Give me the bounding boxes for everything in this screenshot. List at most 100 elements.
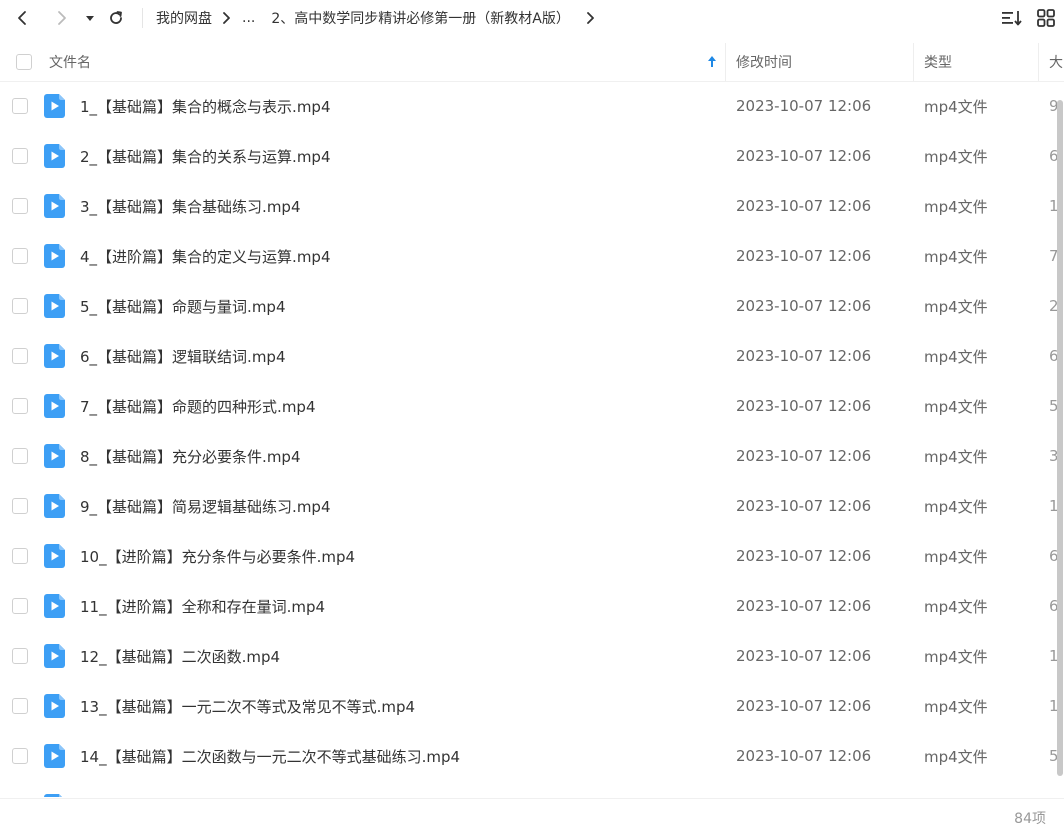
file-icon-cell	[44, 381, 65, 431]
row-checkbox[interactable]	[12, 98, 28, 114]
row-checkbox-cell	[12, 381, 28, 431]
table-row[interactable]: 1_【基础篇】集合的概念与表示.mp4 2023-10-07 12:06 mp4文件…	[0, 81, 1064, 131]
row-checkbox[interactable]	[12, 198, 28, 214]
file-name: 6_【基础篇】逻辑联结词.mp4	[80, 347, 286, 366]
row-checkbox[interactable]	[12, 348, 28, 364]
table-row[interactable]: 8_【基础篇】充分必要条件.mp4 2023-10-07 12:06 mp4文件 3	[0, 431, 1064, 481]
video-file-icon	[44, 694, 65, 718]
video-file-icon	[44, 394, 65, 418]
row-checkbox[interactable]	[12, 448, 28, 464]
table-row[interactable]	[0, 781, 1064, 797]
row-checkbox[interactable]	[12, 398, 28, 414]
video-file-icon	[44, 744, 65, 768]
row-checkbox-cell	[12, 81, 28, 131]
table-row[interactable]: 6_【基础篇】逻辑联结词.mp4 2023-10-07 12:06 mp4文件 6	[0, 331, 1064, 381]
file-type: mp4文件	[924, 97, 988, 116]
video-file-icon	[44, 344, 65, 368]
file-name: 3_【基础篇】集合基础练习.mp4	[80, 197, 301, 216]
forward-button[interactable]	[50, 6, 74, 30]
file-type: mp4文件	[924, 147, 988, 166]
row-checkbox-cell	[12, 481, 28, 531]
file-icon-cell	[44, 431, 65, 481]
table-row[interactable]: 7_【基础篇】命题的四种形式.mp4 2023-10-07 12:06 mp4文件 5	[0, 381, 1064, 431]
header-modified[interactable]: 修改时间	[736, 43, 792, 81]
row-checkbox[interactable]	[12, 748, 28, 764]
table-row[interactable]: 10_【进阶篇】充分条件与必要条件.mp4 2023-10-07 12:06 mp4…	[0, 531, 1064, 581]
chevron-right-icon	[586, 12, 596, 24]
select-all-checkbox-cell	[16, 43, 32, 81]
file-name: 14_【基础篇】二次函数与一元二次不等式基础练习.mp4	[80, 747, 461, 766]
file-name: 10_【进阶篇】充分条件与必要条件.mp4	[80, 547, 356, 566]
row-checkbox[interactable]	[12, 248, 28, 264]
table-row[interactable]: 4_【进阶篇】集合的定义与运算.mp4 2023-10-07 12:06 mp4文件…	[0, 231, 1064, 281]
video-file-icon	[44, 244, 65, 268]
file-name: 4_【进阶篇】集合的定义与运算.mp4	[80, 247, 331, 266]
breadcrumb-current[interactable]: 2、高中数学同步精讲必修第一册（新教材A版）	[271, 8, 569, 28]
file-modified: 2023-10-07 12:06	[736, 647, 872, 665]
video-file-icon	[44, 444, 65, 468]
file-modified: 2023-10-07 12:06	[736, 447, 872, 465]
table-row[interactable]: 14_【基础篇】二次函数与一元二次不等式基础练习.mp4 2023-10-07 1…	[0, 731, 1064, 781]
table-row[interactable]: 11_【进阶篇】全称和存在量词.mp4 2023-10-07 12:06 mp4文件…	[0, 581, 1064, 631]
file-modified: 2023-10-07 12:06	[736, 347, 872, 365]
table-header: 文件名 修改时间 类型 大	[0, 43, 1064, 82]
history-dropdown-button[interactable]	[78, 6, 102, 30]
toolbar-divider	[142, 8, 143, 28]
back-button[interactable]	[10, 6, 34, 30]
table-row[interactable]: 2_【基础篇】集合的关系与运算.mp4 2023-10-07 12:06 mp4文件…	[0, 131, 1064, 181]
header-type[interactable]: 类型	[924, 43, 952, 81]
refresh-button[interactable]	[104, 6, 128, 30]
video-file-icon	[44, 594, 65, 618]
column-divider[interactable]	[1038, 43, 1039, 81]
row-checkbox[interactable]	[12, 498, 28, 514]
table-row[interactable]: 3_【基础篇】集合基础练习.mp4 2023-10-07 12:06 mp4文件 1	[0, 181, 1064, 231]
file-icon-cell	[44, 531, 65, 581]
refresh-icon	[110, 11, 122, 24]
file-icon-cell	[44, 631, 65, 681]
column-divider[interactable]	[725, 43, 726, 81]
row-checkbox[interactable]	[12, 598, 28, 614]
file-name: 8_【基础篇】充分必要条件.mp4	[80, 447, 301, 466]
sort-ascending-icon[interactable]	[706, 55, 718, 69]
header-size[interactable]: 大	[1049, 43, 1063, 81]
file-name: 5_【基础篇】命题与量词.mp4	[80, 297, 286, 316]
select-all-checkbox[interactable]	[16, 54, 32, 70]
file-modified: 2023-10-07 12:06	[736, 147, 872, 165]
file-name: 12_【基础篇】二次函数.mp4	[80, 647, 281, 666]
toolbar: 我的网盘 ... 2、高中数学同步精讲必修第一册（新教材A版）	[0, 0, 1064, 36]
chevron-right-icon	[58, 11, 66, 25]
sort-button[interactable]	[1000, 6, 1024, 30]
video-file-icon	[44, 144, 65, 168]
column-divider[interactable]	[913, 43, 914, 81]
file-icon-cell	[44, 331, 65, 381]
grid-view-icon	[1037, 9, 1055, 27]
table-row[interactable]: 12_【基础篇】二次函数.mp4 2023-10-07 12:06 mp4文件 1	[0, 631, 1064, 681]
file-type: mp4文件	[924, 497, 988, 516]
file-name: 7_【基础篇】命题的四种形式.mp4	[80, 397, 316, 416]
row-checkbox[interactable]	[12, 548, 28, 564]
row-checkbox[interactable]	[12, 298, 28, 314]
file-manager-window: 我的网盘 ... 2、高中数学同步精讲必修第一册（新教材A版） 文件名 修改时间…	[0, 0, 1064, 836]
file-name: 13_【基础篇】一元二次不等式及常见不等式.mp4	[80, 697, 416, 716]
header-name[interactable]: 文件名	[49, 43, 91, 81]
row-checkbox[interactable]	[12, 648, 28, 664]
file-modified: 2023-10-07 12:06	[736, 247, 872, 265]
breadcrumb-root[interactable]: 我的网盘	[156, 8, 212, 28]
file-icon-cell	[44, 231, 65, 281]
file-icon-cell	[44, 781, 65, 797]
grid-view-button[interactable]	[1034, 6, 1058, 30]
file-modified: 2023-10-07 12:06	[736, 97, 872, 115]
table-row[interactable]: 9_【基础篇】简易逻辑基础练习.mp4 2023-10-07 12:06 mp4文件…	[0, 481, 1064, 531]
file-type: mp4文件	[924, 447, 988, 466]
table-row[interactable]: 5_【基础篇】命题与量词.mp4 2023-10-07 12:06 mp4文件 2	[0, 281, 1064, 331]
file-type: mp4文件	[924, 297, 988, 316]
breadcrumb-ellipsis[interactable]: ...	[242, 10, 255, 26]
scrollbar-thumb[interactable]	[1057, 100, 1063, 776]
file-modified: 2023-10-07 12:06	[736, 197, 872, 215]
table-row[interactable]: 13_【基础篇】一元二次不等式及常见不等式.mp4 2023-10-07 12:0…	[0, 681, 1064, 731]
row-checkbox-cell	[12, 581, 28, 631]
row-checkbox[interactable]	[12, 698, 28, 714]
file-icon-cell	[44, 581, 65, 631]
file-modified: 2023-10-07 12:06	[736, 597, 872, 615]
row-checkbox[interactable]	[12, 148, 28, 164]
